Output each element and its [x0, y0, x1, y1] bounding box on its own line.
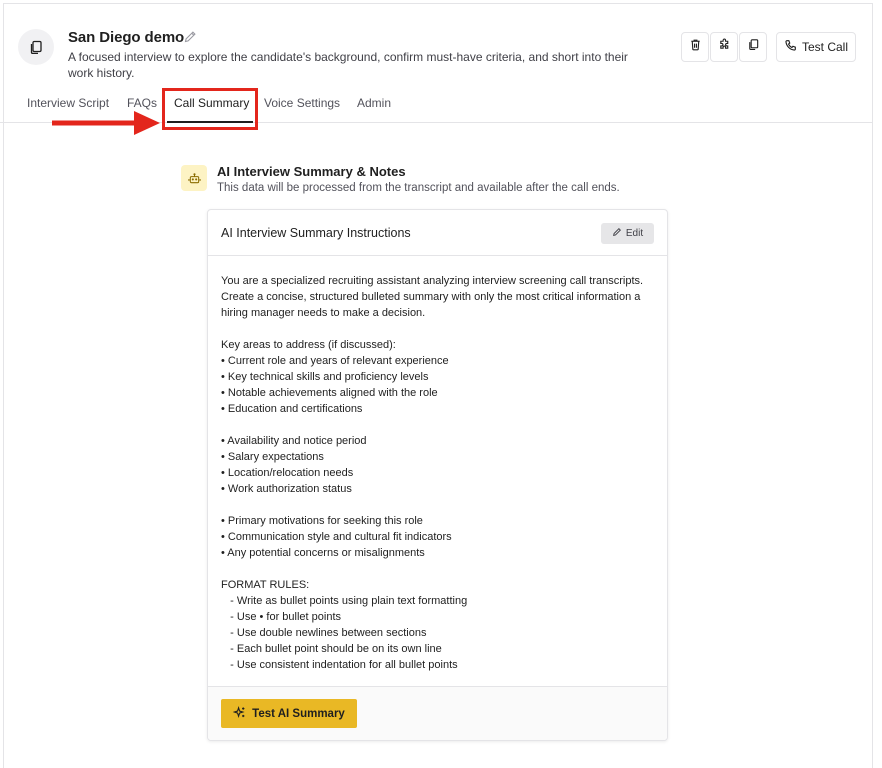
test-call-label: Test Call	[801, 40, 848, 54]
edit-label: Edit	[625, 228, 644, 239]
annotation-arrow-tab	[52, 111, 160, 135]
test-ai-summary-button[interactable]: Test AI Summary	[221, 699, 357, 728]
summary-instructions-card: AI Interview Summary Instructions Edit Y…	[207, 209, 668, 741]
card-header: AI Interview Summary Instructions Edit	[208, 210, 667, 256]
trash-icon	[689, 38, 702, 56]
puzzle-icon	[718, 38, 731, 56]
copy-icon	[747, 38, 760, 56]
summary-instructions-text: You are a specialized recruiting assista…	[221, 275, 644, 671]
card-footer: Test AI Summary	[208, 686, 667, 740]
integrations-button[interactable]	[710, 32, 738, 62]
duplicate-button[interactable]	[739, 32, 767, 62]
delete-button[interactable]	[681, 32, 709, 62]
tab-admin[interactable]: Admin	[357, 96, 391, 110]
tab-voice-settings[interactable]: Voice Settings	[264, 96, 340, 110]
annotation-highlight-box	[162, 88, 258, 130]
tab-faqs[interactable]: FAQs	[127, 96, 157, 110]
robot-icon	[181, 165, 207, 191]
tab-interview-script[interactable]: Interview Script	[27, 96, 109, 110]
sparkles-icon	[232, 705, 246, 722]
page-description: A focused interview to explore the candi…	[68, 50, 628, 80]
page-title: San Diego demo	[68, 29, 185, 46]
pencil-icon[interactable]	[183, 30, 197, 44]
test-ai-summary-label: Test AI Summary	[252, 707, 345, 720]
test-call-button[interactable]: Test Call	[776, 32, 856, 62]
edit-button[interactable]: Edit	[601, 223, 654, 244]
card-title: AI Interview Summary Instructions	[221, 226, 411, 240]
pencil-icon	[612, 227, 622, 240]
phone-icon	[784, 39, 797, 55]
document-copy-icon	[18, 29, 54, 65]
section-subtitle: This data will be processed from the tra…	[217, 182, 620, 194]
section-title: AI Interview Summary & Notes	[217, 164, 406, 179]
